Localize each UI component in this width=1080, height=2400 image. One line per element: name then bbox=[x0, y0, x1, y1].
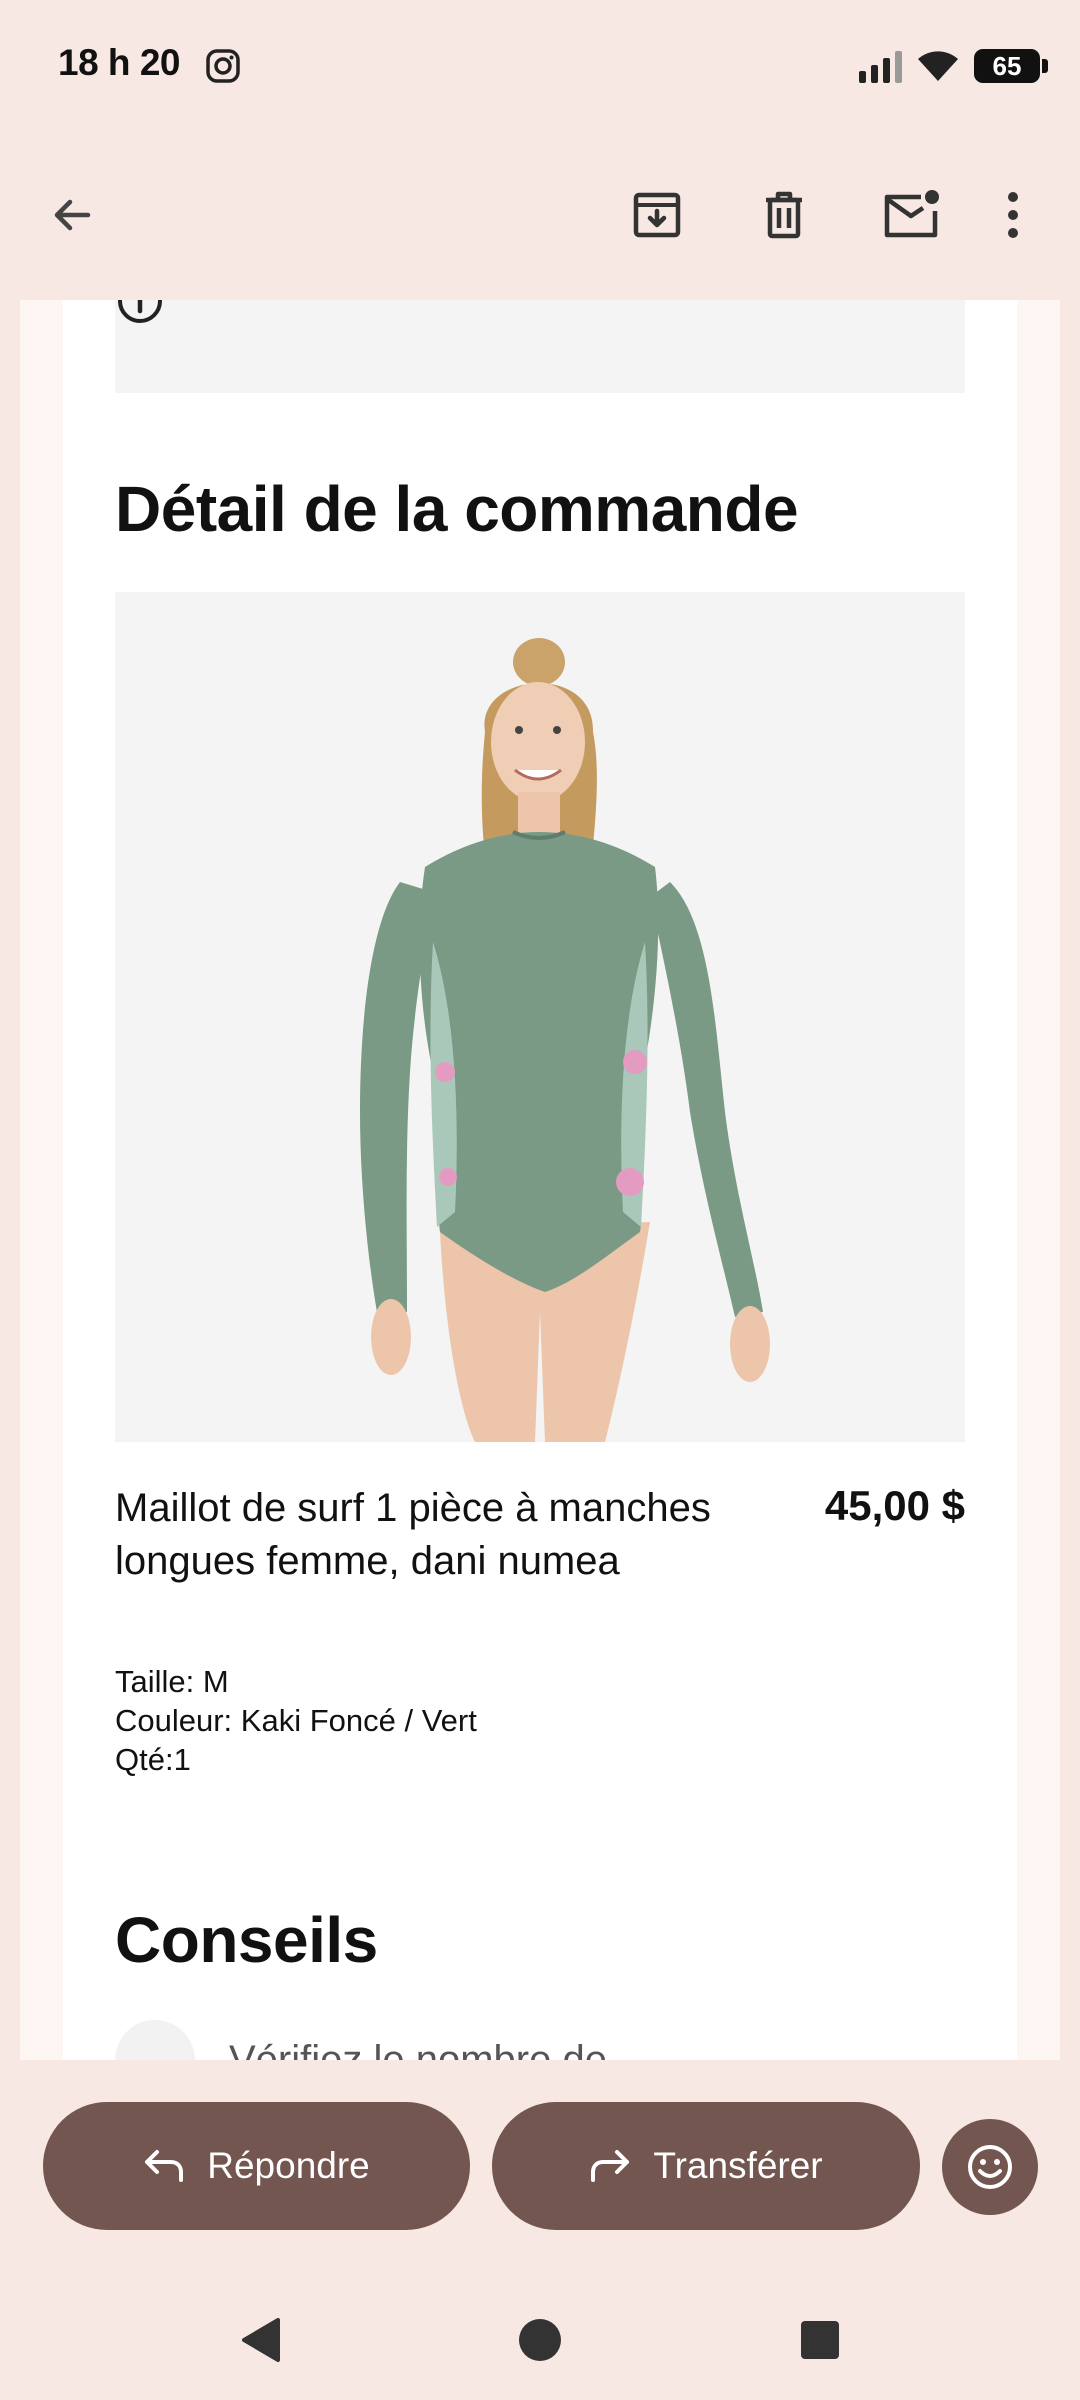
tips-title: Conseils bbox=[115, 1904, 378, 1976]
battery-level: 65 bbox=[992, 50, 1022, 81]
tip-text: Vérifiez le nombre de bbox=[229, 2038, 607, 2060]
order-detail-title: Détail de la commande bbox=[115, 473, 799, 545]
archive-icon bbox=[633, 192, 681, 238]
more-vert-icon bbox=[1008, 192, 1018, 238]
nav-home-button[interactable] bbox=[500, 2300, 580, 2380]
back-arrow-icon bbox=[54, 199, 91, 231]
info-icon bbox=[118, 300, 162, 323]
email-card: Détail de la commande Maillot de surf 1 … bbox=[63, 300, 1017, 2060]
nav-back-button[interactable] bbox=[220, 2300, 300, 2380]
emoji-reaction-button[interactable] bbox=[942, 2119, 1038, 2215]
instagram-icon bbox=[206, 49, 240, 83]
product-name: Maillot de surf 1 pièce à manches longue… bbox=[115, 1486, 711, 1583]
back-button[interactable] bbox=[32, 175, 112, 255]
nav-back-icon bbox=[242, 2318, 280, 2362]
nav-home-icon bbox=[519, 2319, 561, 2361]
mark-unread-button[interactable] bbox=[871, 175, 951, 255]
wifi-icon bbox=[918, 51, 958, 81]
email-toolbar bbox=[0, 150, 1080, 280]
product-size: Taille: M bbox=[115, 1664, 229, 1699]
emoji-icon bbox=[968, 2145, 1012, 2189]
product-color: Couleur: Kaki Foncé / Vert bbox=[115, 1703, 477, 1738]
forward-button[interactable]: Transférer bbox=[492, 2102, 920, 2230]
tip-icon bbox=[115, 2020, 195, 2060]
status-time: 18 h 20 bbox=[58, 42, 180, 83]
reply-label: Répondre bbox=[207, 2145, 370, 2186]
email-body-scroll[interactable]: Détail de la commande Maillot de surf 1 … bbox=[20, 300, 1060, 2060]
delete-button[interactable] bbox=[744, 175, 824, 255]
nav-recents-icon bbox=[801, 2321, 839, 2359]
status-icons: 65 bbox=[859, 44, 1048, 88]
reply-icon bbox=[145, 2150, 184, 2182]
status-bar: 18 h 20 65 bbox=[0, 0, 1080, 130]
product-price: 45,00 $ bbox=[824, 1482, 965, 1529]
forward-label: Transférer bbox=[653, 2145, 823, 2186]
product-quantity: Qté:1 bbox=[115, 1742, 191, 1777]
reply-button[interactable]: Répondre bbox=[43, 2102, 470, 2230]
delete-icon bbox=[766, 191, 802, 239]
more-options-button[interactable] bbox=[983, 175, 1043, 255]
archive-button[interactable] bbox=[617, 175, 697, 255]
info-box bbox=[115, 300, 965, 393]
forward-icon bbox=[591, 2150, 630, 2182]
battery-indicator: 65 bbox=[974, 49, 1048, 83]
signal-icon bbox=[859, 49, 902, 83]
mark-unread-icon bbox=[884, 190, 939, 238]
product-image[interactable] bbox=[115, 592, 965, 1442]
swimsuit-photo bbox=[360, 638, 770, 1442]
product-attributes: Taille: M Couleur: Kaki Foncé / Vert Qté… bbox=[115, 1662, 477, 1779]
nav-recents-button[interactable] bbox=[780, 2300, 860, 2380]
